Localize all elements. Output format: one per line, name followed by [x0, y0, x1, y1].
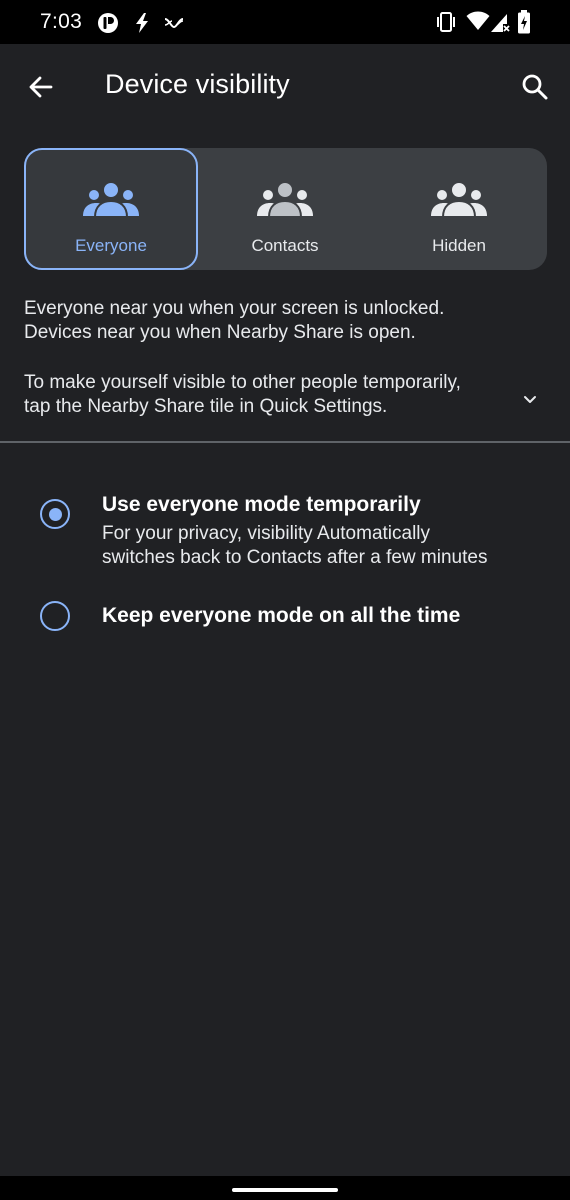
- option-everyone-always[interactable]: Keep everyone mode on all the time: [0, 600, 570, 640]
- visibility-option-contacts[interactable]: Contacts: [198, 148, 372, 270]
- visibility-option-label: Everyone: [75, 236, 147, 255]
- page-title: Device visibility: [105, 69, 290, 99]
- group-icon: [83, 181, 139, 218]
- option-title: Keep everyone mode on all the time: [102, 604, 461, 627]
- lightning-icon: [136, 13, 148, 33]
- home-gesture-handle[interactable]: [232, 1188, 338, 1192]
- option-subtitle-line: For your privacy, visibility Automatical…: [102, 523, 431, 544]
- vibrate-icon: [437, 12, 455, 32]
- visibility-option-label: Hidden: [432, 236, 486, 255]
- option-title: Use everyone mode temporarily: [102, 493, 421, 516]
- wifi-icon: [466, 11, 490, 30]
- description-line: Devices near you when Nearby Share is op…: [24, 322, 416, 343]
- description-line: To make yourself visible to other people…: [24, 372, 461, 393]
- arrow-back-icon[interactable]: [24, 70, 58, 104]
- option-everyone-temporarily[interactable]: Use everyone mode temporarily For your p…: [0, 490, 570, 574]
- visibility-description: Everyone near you when your screen is un…: [24, 297, 524, 345]
- description-line: tap the Nearby Share tile in Quick Setti…: [24, 396, 388, 417]
- group-icon: [431, 181, 487, 218]
- status-time: 7:03: [40, 10, 83, 33]
- radio-button-checked[interactable]: [40, 499, 70, 529]
- radio-button-unchecked[interactable]: [40, 601, 70, 631]
- cellular-no-signal-icon: [491, 14, 510, 32]
- status-bar: 7:03: [0, 0, 570, 44]
- app-notification-icon: [98, 13, 118, 33]
- battery-charging-icon: [518, 10, 530, 34]
- visibility-selector: Everyone Contacts Hidden: [24, 148, 547, 270]
- visibility-option-label: Contacts: [251, 236, 319, 255]
- divider: [0, 441, 570, 443]
- search-icon[interactable]: [518, 70, 552, 104]
- option-subtitle-line: switches back to Contacts after a few mi…: [102, 547, 488, 568]
- option-subtitle: For your privacy, visibility Automatical…: [102, 522, 542, 570]
- data-saver-icon: [164, 18, 184, 29]
- quick-settings-hint: To make yourself visible to other people…: [24, 371, 524, 419]
- app-bar: Device visibility: [0, 44, 570, 128]
- description-line: Everyone near you when your screen is un…: [24, 298, 445, 319]
- group-icon: [257, 181, 313, 218]
- visibility-option-hidden[interactable]: Hidden: [372, 148, 546, 270]
- device-visibility-screen: Device visibility Everyone Contacts Hidd…: [0, 44, 570, 1176]
- navigation-bar: [0, 1176, 570, 1200]
- visibility-option-everyone[interactable]: Everyone: [24, 148, 198, 270]
- chevron-down-icon[interactable]: [519, 392, 541, 408]
